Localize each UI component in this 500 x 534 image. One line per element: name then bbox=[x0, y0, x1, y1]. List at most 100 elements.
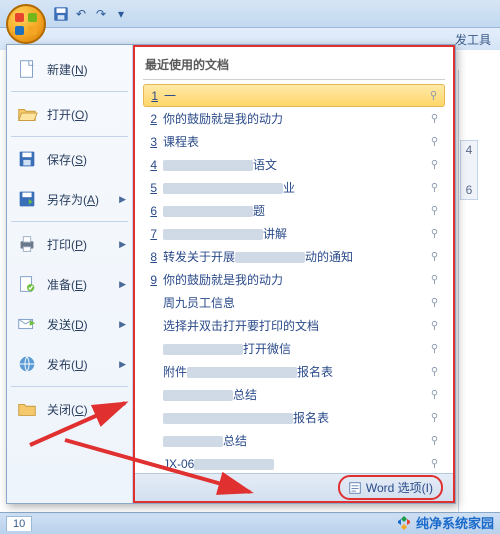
document-area bbox=[458, 70, 500, 512]
menu-send[interactable]: 发送(D)▶ bbox=[7, 304, 132, 344]
prepare-icon bbox=[15, 272, 39, 296]
watermark-text: 纯净系统家园 bbox=[416, 513, 494, 532]
pin-icon[interactable] bbox=[429, 297, 441, 309]
recent-item[interactable]: 1一 bbox=[143, 84, 445, 107]
menu-label: 发送(D) bbox=[47, 316, 124, 333]
pin-icon[interactable] bbox=[429, 366, 441, 378]
pin-icon[interactable] bbox=[428, 90, 440, 102]
pin-icon[interactable] bbox=[429, 389, 441, 401]
recent-item[interactable]: 附件报名表 bbox=[143, 360, 445, 383]
publish-icon bbox=[15, 352, 39, 376]
menu-open[interactable]: 打开(O) bbox=[7, 94, 132, 134]
chevron-right-icon: ▶ bbox=[119, 194, 126, 205]
pin-icon[interactable] bbox=[429, 205, 441, 217]
save-icon bbox=[15, 147, 39, 171]
recent-num: 3 bbox=[147, 135, 157, 149]
recent-filename: 语文 bbox=[163, 156, 423, 173]
office-menu: 新建(N) 打开(O) 保存(S) 另存为(A)▶ 打印(P)▶ 准备(E)▶ … bbox=[6, 44, 456, 504]
pin-icon[interactable] bbox=[429, 182, 441, 194]
new-doc-icon bbox=[15, 57, 39, 81]
recent-item[interactable]: 9 你的鼓励就是我的动力 bbox=[143, 268, 445, 291]
recent-filename: 附件报名表 bbox=[163, 363, 423, 380]
pin-icon[interactable] bbox=[429, 458, 441, 470]
menu-prepare[interactable]: 准备(E)▶ bbox=[7, 264, 132, 304]
recent-item[interactable]: 4 语文 bbox=[143, 153, 445, 176]
recent-filename: 你的鼓励就是我的动力 bbox=[163, 271, 423, 288]
recent-list: 1一2你的鼓励就是我的动力3课程表4语文5业6题7讲解8转发关于开展动的通知9你… bbox=[143, 84, 445, 475]
recent-filename: JX-06 bbox=[163, 457, 423, 471]
menu-footer: Word 选项(I) bbox=[135, 473, 453, 501]
saveas-icon bbox=[15, 187, 39, 211]
menu-publish[interactable]: 发布(U)▶ bbox=[7, 344, 132, 384]
send-icon bbox=[15, 312, 39, 336]
chevron-right-icon: ▶ bbox=[119, 239, 126, 250]
pin-icon[interactable] bbox=[429, 435, 441, 447]
pin-icon[interactable] bbox=[429, 113, 441, 125]
menu-label: 另存为(A) bbox=[47, 191, 124, 208]
recent-item[interactable]: 2 你的鼓励就是我的动力 bbox=[143, 107, 445, 130]
qat-redo-icon[interactable]: ↷ bbox=[92, 5, 110, 23]
pin-icon[interactable] bbox=[429, 251, 441, 263]
recent-filename: 周九员工信息 bbox=[163, 294, 423, 311]
qat-undo-icon[interactable]: ↶ bbox=[72, 5, 90, 23]
recent-item[interactable]: 7讲解 bbox=[143, 222, 445, 245]
print-icon bbox=[15, 232, 39, 256]
pin-icon[interactable] bbox=[429, 136, 441, 148]
recent-item[interactable]: 打开微信 bbox=[143, 337, 445, 360]
pin-icon[interactable] bbox=[429, 228, 441, 240]
quick-access-toolbar: ↶ ↷ ▾ bbox=[52, 5, 130, 23]
recent-item[interactable]: 6题 bbox=[143, 199, 445, 222]
recent-item[interactable]: 3课程表 bbox=[143, 130, 445, 153]
recent-filename: 总结 bbox=[163, 432, 423, 449]
recent-filename: 题 bbox=[163, 202, 423, 219]
recent-filename: 报名表 bbox=[163, 409, 423, 426]
recent-item[interactable]: 5业 bbox=[143, 176, 445, 199]
watermark: 纯净系统家园 bbox=[396, 513, 494, 532]
vertical-ruler: 46 bbox=[460, 140, 478, 200]
folder-close-icon bbox=[15, 397, 39, 421]
menu-close[interactable]: 关闭(C) bbox=[7, 389, 132, 429]
recent-num: 4 bbox=[147, 158, 157, 172]
page-indicator[interactable]: 10 bbox=[6, 516, 32, 531]
menu-label: 准备(E) bbox=[47, 276, 124, 293]
recent-num: 9 bbox=[147, 273, 157, 287]
qat-save-icon[interactable] bbox=[52, 5, 70, 23]
watermark-icon bbox=[396, 515, 412, 531]
recent-item[interactable]: JX-06 bbox=[143, 452, 445, 475]
pin-icon[interactable] bbox=[429, 159, 441, 171]
menu-print[interactable]: 打印(P)▶ bbox=[7, 224, 132, 264]
office-logo-icon bbox=[15, 13, 37, 35]
recent-num: 8 bbox=[147, 250, 157, 264]
options-icon bbox=[348, 481, 362, 495]
chevron-right-icon: ▶ bbox=[119, 359, 126, 370]
menu-new[interactable]: 新建(N) bbox=[7, 49, 132, 89]
recent-item[interactable]: 总结 bbox=[143, 383, 445, 406]
pin-icon[interactable] bbox=[429, 320, 441, 332]
chevron-right-icon: ▶ bbox=[119, 319, 126, 330]
recent-documents-panel: 最近使用的文档 1一2你的鼓励就是我的动力3课程表4语文5业6题7讲解8转发关于… bbox=[133, 45, 455, 503]
pin-icon[interactable] bbox=[429, 274, 441, 286]
recent-filename: 你的鼓励就是我的动力 bbox=[163, 110, 423, 127]
title-bar: ↶ ↷ ▾ bbox=[0, 0, 500, 28]
word-options-label: Word 选项(I) bbox=[366, 479, 433, 496]
recent-num: 1 bbox=[148, 89, 158, 103]
recent-num: 2 bbox=[147, 112, 157, 126]
menu-save[interactable]: 保存(S) bbox=[7, 139, 132, 179]
recent-filename: 业 bbox=[163, 179, 423, 196]
pin-icon[interactable] bbox=[429, 412, 441, 424]
recent-item[interactable]: 8转发关于开展动的通知 bbox=[143, 245, 445, 268]
menu-label: 打开(O) bbox=[47, 106, 124, 123]
recent-item[interactable]: 报名表 bbox=[143, 406, 445, 429]
recent-item[interactable]: 选择并双击打开要打印的文档 bbox=[143, 314, 445, 337]
recent-item[interactable]: 周九员工信息 bbox=[143, 291, 445, 314]
recent-filename: 讲解 bbox=[163, 225, 423, 242]
recent-filename: 选择并双击打开要打印的文档 bbox=[163, 317, 423, 334]
menu-label: 保存(S) bbox=[47, 151, 124, 168]
tab-devtools[interactable]: 发工具 bbox=[455, 31, 491, 48]
qat-dropdown-icon[interactable]: ▾ bbox=[112, 5, 130, 23]
menu-saveas[interactable]: 另存为(A)▶ bbox=[7, 179, 132, 219]
recent-item[interactable]: 总结 bbox=[143, 429, 445, 452]
word-options-button[interactable]: Word 选项(I) bbox=[338, 475, 443, 500]
pin-icon[interactable] bbox=[429, 343, 441, 355]
office-button[interactable] bbox=[6, 4, 46, 44]
